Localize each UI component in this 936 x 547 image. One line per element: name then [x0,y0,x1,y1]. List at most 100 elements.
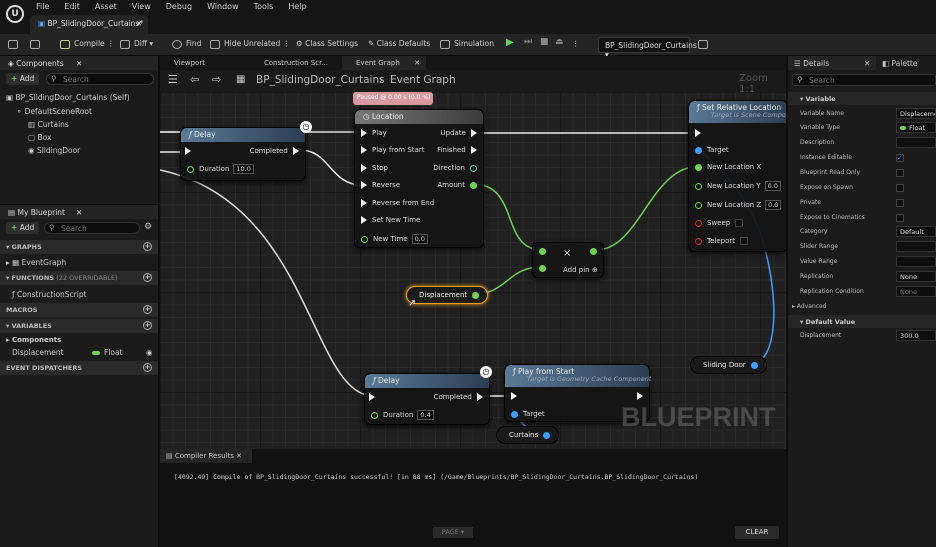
instance-editable-checkbox[interactable]: ✓ [896,154,904,162]
functions-section[interactable]: ▾ FUNCTIONS (22 OVERRIDABLE) + [0,271,158,285]
play-exec-out-pin[interactable] [637,392,643,400]
close-icon[interactable]: ✕ [76,208,82,217]
eye-icon[interactable]: ◉ [146,348,153,357]
timeline-play-pin[interactable]: Play [361,129,387,137]
slider-range-input[interactable] [896,241,936,252]
tab-construction-script[interactable]: Construction Scr... [250,56,340,70]
close-icon[interactable]: ✕ [236,452,242,460]
play-exec-in-pin[interactable] [511,392,522,400]
timeline-node[interactable]: ◷ Location Play Play from Start Stop Rev… [354,109,484,248]
add-component-button[interactable]: + Add [6,73,40,85]
delay2-completed-pin[interactable]: Completed [434,393,483,401]
expose-on-spawn-checkbox[interactable] [896,184,904,192]
diff-button[interactable]: Diff ▾ [120,39,153,49]
step-icon[interactable]: ⏭ [524,37,532,47]
menu-window[interactable]: Window [207,2,239,11]
default-value-section[interactable]: ▾ Default Value [788,315,936,328]
timeline-finished-pin[interactable]: Finished [437,146,477,154]
timeline-new-time-value[interactable]: 0.0 [411,234,428,244]
breadcrumb-graph[interactable]: Event Graph [390,74,456,86]
components-category[interactable]: ▸ Components [6,336,61,344]
tree-item-sliding-door[interactable]: ◉ SlidingDoor [28,146,80,155]
delay2-duration-pin[interactable]: Duration 0.4 [371,410,434,420]
event-dispatchers-section[interactable]: EVENT DISPATCHERS + [0,361,158,375]
tab-viewport[interactable]: Viewport [160,56,248,70]
category-dropdown[interactable]: Default [896,226,936,237]
document-tab[interactable]: ▣ BP_SlidingDoor_Curtains* ✕ [30,15,148,34]
close-icon[interactable]: ✕ [414,59,420,67]
add-function-icon[interactable]: + [143,273,152,282]
advanced-row[interactable]: ▸ Advanced [788,300,936,314]
graphs-section[interactable]: ▾ GRAPHS + [0,240,158,254]
variable-section[interactable]: ▾ Variable [788,92,936,105]
event-graph-canvas[interactable]: ƒ Delay Completed Duration 10.0 ◷ Paused … [160,92,786,449]
read-only-checkbox[interactable] [896,169,904,177]
default-value-input[interactable]: 300.0 [896,330,936,341]
simulation-button[interactable]: Simulation [440,39,494,49]
palette-tab[interactable]: ◧ Palette [876,56,936,70]
class-settings-button[interactable]: ⚙ Class Settings [296,39,358,48]
delay2-exec-in-pin[interactable] [369,393,380,401]
delay1-duration-value[interactable]: 10.0 [233,164,254,174]
back-arrow-icon[interactable]: ⇦ [190,73,199,86]
add-graph-icon[interactable]: + [143,242,152,251]
close-icon[interactable]: ✕ [136,19,142,28]
add-member-button[interactable]: + Add [6,222,40,234]
delay1-completed-pin[interactable]: Completed [250,147,299,155]
browse-icon[interactable] [30,39,44,49]
construction-script-item[interactable]: ƒ ConstructionScript [12,290,87,299]
menu-debug[interactable]: Debug [166,2,192,11]
set-location-exec-pin[interactable] [695,129,706,137]
replication-dropdown[interactable]: None [896,271,936,282]
class-defaults-button[interactable]: ✎ Class Defaults [368,39,430,48]
menu-asset[interactable]: Asset [95,2,117,11]
member-search-input[interactable]: Search [44,222,140,234]
add-macro-icon[interactable]: + [143,305,152,314]
macros-section[interactable]: MACROS + [0,303,158,317]
variables-section[interactable]: ▾ VARIABLES + [0,319,158,333]
set-location-sweep-pin[interactable]: Sweep [695,219,744,227]
hide-unrelated-button[interactable]: Hide Unrelated ⋮ [210,39,290,49]
tab-event-graph[interactable]: Event Graph ✕ [342,56,426,70]
variable-item-displacement[interactable]: Displacement Float ◉ [12,348,158,360]
page-dropdown[interactable]: PAGE ▾ [433,527,473,538]
displacement-getter-node[interactable]: Displacement [406,286,489,304]
add-dispatcher-icon[interactable]: + [143,363,152,372]
menu-file[interactable]: File [36,2,49,11]
menu-tools[interactable]: Tools [254,2,274,11]
multiply-b-pin[interactable] [539,264,551,272]
play-target-pin[interactable]: Target [511,410,545,418]
debug-object-dropdown[interactable]: BP_SlidingDoor_Curtains ▾ [598,37,697,59]
menu-edit[interactable]: Edit [64,2,80,11]
timeline-reverse-pin[interactable]: Reverse [361,181,400,189]
tree-item-default-scene-root[interactable]: ⚬ DefaultSceneRoot [16,107,92,116]
timeline-update-pin[interactable]: Update [440,129,477,137]
component-search-input[interactable]: Search [46,73,154,85]
timeline-direction-pin[interactable]: Direction [433,164,477,172]
multiply-node[interactable]: × Add pin ⊕ [532,242,604,278]
variable-type-dropdown[interactable]: Float [896,122,936,133]
tree-item-curtains[interactable]: ▥ Curtains [28,120,69,129]
details-search-input[interactable]: Search [792,74,936,86]
gear-icon[interactable]: ⚙ [144,222,152,232]
save-icon[interactable] [8,39,22,49]
forward-arrow-icon[interactable]: ⇨ [212,73,221,86]
tree-item-self[interactable]: ▣ BP_SlidingDoor_Curtains (Self) [6,93,130,102]
breadcrumb-blueprint[interactable]: BP_SlidingDoor_Curtains [256,74,385,86]
delay-node-1[interactable]: ƒ Delay Completed Duration 10.0 [180,127,306,181]
multiply-a-pin[interactable] [539,247,551,255]
add-variable-icon[interactable]: + [143,321,152,330]
value-range-input[interactable] [896,256,936,267]
set-location-target-pin[interactable]: Target [695,146,729,154]
more-icon[interactable]: ⋮ [572,39,580,48]
unreal-logo-icon[interactable]: U [6,5,24,23]
close-icon[interactable]: ✕ [76,59,82,68]
replication-condition-dropdown[interactable]: None [896,286,936,297]
tree-item-box[interactable]: ▢ Box [28,133,51,142]
menu-help[interactable]: Help [288,2,306,11]
close-icon[interactable]: ✕ [864,59,870,68]
timeline-set-new-time-pin[interactable]: Set New Time [361,216,420,224]
compile-button[interactable]: Compile ⋮ [60,39,115,49]
set-location-z-pin[interactable]: New Location Z 0.0 [695,200,782,210]
sweep-checkbox[interactable] [735,219,744,227]
